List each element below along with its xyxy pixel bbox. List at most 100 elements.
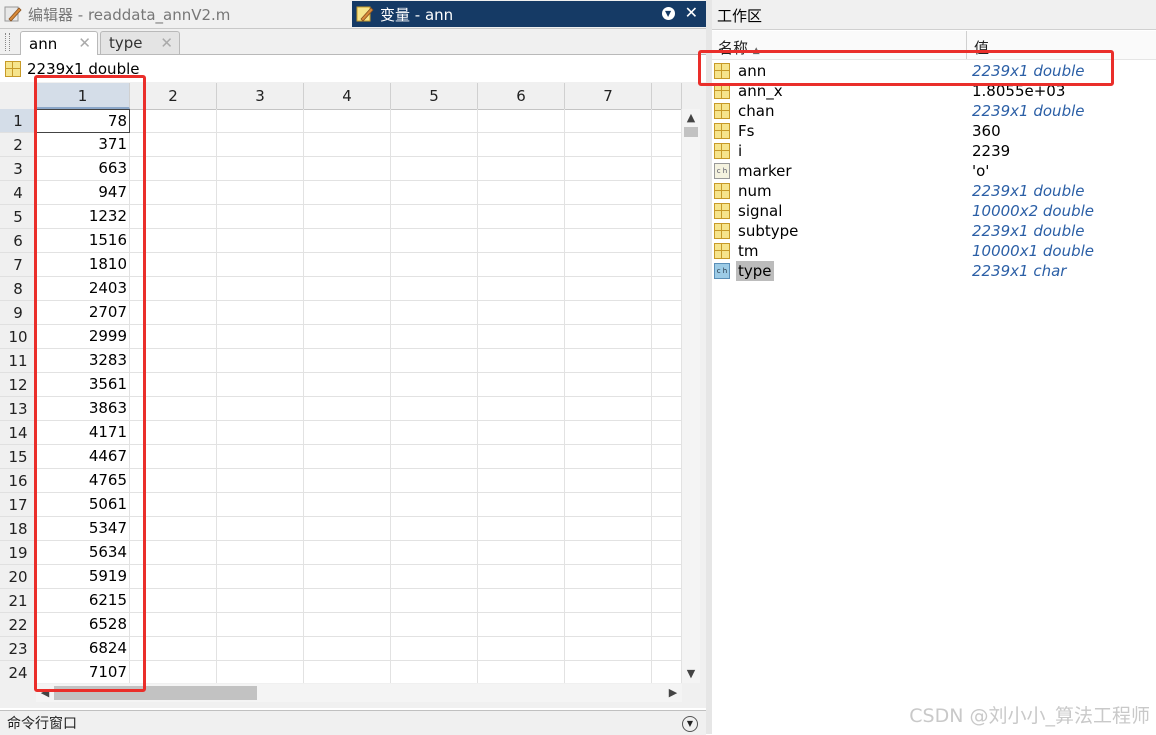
table-cell[interactable]: 7107 xyxy=(36,661,130,683)
workspace-variable-row[interactable]: ann_x 1.8055e+03 xyxy=(712,81,1156,101)
table-cell[interactable] xyxy=(478,613,565,637)
table-cell[interactable] xyxy=(565,589,652,613)
row-header[interactable]: 7 xyxy=(0,253,36,277)
table-cell[interactable] xyxy=(217,325,304,349)
table-cell[interactable] xyxy=(391,469,478,493)
table-cell[interactable] xyxy=(217,517,304,541)
table-cell[interactable] xyxy=(304,589,391,613)
table-cell[interactable] xyxy=(565,157,652,181)
table-cell[interactable] xyxy=(217,181,304,205)
table-cell[interactable] xyxy=(391,661,478,683)
table-cell[interactable] xyxy=(391,109,478,133)
table-cell[interactable] xyxy=(130,397,217,421)
table-cell[interactable]: 4765 xyxy=(36,469,130,493)
table-cell[interactable] xyxy=(304,493,391,517)
table-cell[interactable] xyxy=(130,469,217,493)
table-cell[interactable] xyxy=(478,637,565,661)
table-cell[interactable] xyxy=(478,277,565,301)
workspace-variable-row[interactable]: c h marker 'o' xyxy=(712,161,1156,181)
table-cell[interactable] xyxy=(130,325,217,349)
horizontal-scrollbar[interactable]: ◀ ▶ xyxy=(36,684,682,702)
table-cell[interactable] xyxy=(391,157,478,181)
row-header[interactable]: 11 xyxy=(0,349,36,373)
table-cell[interactable] xyxy=(652,445,682,469)
table-cell[interactable] xyxy=(304,613,391,637)
table-cell[interactable] xyxy=(304,301,391,325)
table-cell[interactable] xyxy=(217,637,304,661)
table-cell[interactable] xyxy=(217,373,304,397)
table-cell[interactable] xyxy=(304,277,391,301)
table-cell[interactable] xyxy=(565,613,652,637)
table-cell[interactable]: 6824 xyxy=(36,637,130,661)
table-cell[interactable] xyxy=(652,181,682,205)
table-cell[interactable] xyxy=(217,277,304,301)
scroll-down-icon[interactable]: ▼ xyxy=(682,665,700,683)
table-cell[interactable] xyxy=(304,229,391,253)
table-cell[interactable] xyxy=(478,589,565,613)
table-cell[interactable] xyxy=(304,541,391,565)
table-cell[interactable] xyxy=(130,205,217,229)
table-cell[interactable] xyxy=(565,517,652,541)
table-cell[interactable] xyxy=(130,349,217,373)
table-cell[interactable] xyxy=(478,349,565,373)
table-cell[interactable] xyxy=(217,301,304,325)
row-header[interactable]: 22 xyxy=(0,613,36,637)
table-cell[interactable] xyxy=(652,157,682,181)
table-cell[interactable] xyxy=(391,325,478,349)
table-cell[interactable] xyxy=(217,589,304,613)
table-cell[interactable]: 947 xyxy=(36,181,130,205)
table-cell[interactable] xyxy=(304,373,391,397)
corner-cell[interactable] xyxy=(0,83,36,109)
table-cell[interactable] xyxy=(304,253,391,277)
vertical-scrollbar[interactable]: ▲ ▼ xyxy=(682,109,700,683)
table-cell[interactable] xyxy=(478,253,565,277)
table-cell[interactable] xyxy=(391,445,478,469)
row-header[interactable]: 21 xyxy=(0,589,36,613)
table-cell[interactable] xyxy=(304,157,391,181)
table-cell[interactable] xyxy=(217,493,304,517)
table-cell[interactable] xyxy=(652,301,682,325)
table-cell[interactable] xyxy=(217,157,304,181)
tab-ann[interactable]: ann ✕ xyxy=(20,31,98,55)
table-cell[interactable] xyxy=(652,373,682,397)
table-cell[interactable] xyxy=(304,445,391,469)
table-cell[interactable] xyxy=(130,493,217,517)
row-header[interactable]: 13 xyxy=(0,397,36,421)
workspace-variable-row[interactable]: Fs 360 xyxy=(712,121,1156,141)
table-cell[interactable]: 5919 xyxy=(36,565,130,589)
table-cell[interactable] xyxy=(304,181,391,205)
table-cell[interactable] xyxy=(217,253,304,277)
drag-grip-icon[interactable] xyxy=(5,33,10,51)
column-header-6[interactable]: 6 xyxy=(478,83,565,109)
row-header[interactable]: 24 xyxy=(0,661,36,683)
table-cell[interactable] xyxy=(478,301,565,325)
command-window-menu-icon[interactable]: ▼ xyxy=(682,716,698,732)
table-cell[interactable]: 2999 xyxy=(36,325,130,349)
row-header[interactable]: 8 xyxy=(0,277,36,301)
close-tab-icon[interactable]: ✕ xyxy=(160,34,173,52)
scrollbar-thumb[interactable] xyxy=(54,686,257,700)
row-header[interactable]: 4 xyxy=(0,181,36,205)
row-header[interactable]: 23 xyxy=(0,637,36,661)
table-cell[interactable] xyxy=(130,277,217,301)
table-cell[interactable] xyxy=(391,205,478,229)
table-cell[interactable] xyxy=(652,133,682,157)
table-cell[interactable] xyxy=(478,205,565,229)
table-cell[interactable] xyxy=(565,637,652,661)
table-cell[interactable] xyxy=(565,493,652,517)
table-cell[interactable] xyxy=(391,229,478,253)
table-cell[interactable] xyxy=(565,325,652,349)
table-cell[interactable] xyxy=(565,229,652,253)
table-cell[interactable] xyxy=(652,493,682,517)
table-cell[interactable] xyxy=(130,157,217,181)
table-cell[interactable]: 1232 xyxy=(36,205,130,229)
workspace-variable-row[interactable]: ann 2239x1 double xyxy=(712,61,1156,81)
table-cell[interactable] xyxy=(304,565,391,589)
table-cell[interactable] xyxy=(478,181,565,205)
table-cell[interactable] xyxy=(565,133,652,157)
table-cell[interactable] xyxy=(565,397,652,421)
table-cell[interactable] xyxy=(304,109,391,133)
variable-title-tab[interactable]: 变量 - ann ▼ ✕ xyxy=(352,1,706,27)
table-cell[interactable] xyxy=(565,661,652,683)
row-header[interactable]: 9 xyxy=(0,301,36,325)
